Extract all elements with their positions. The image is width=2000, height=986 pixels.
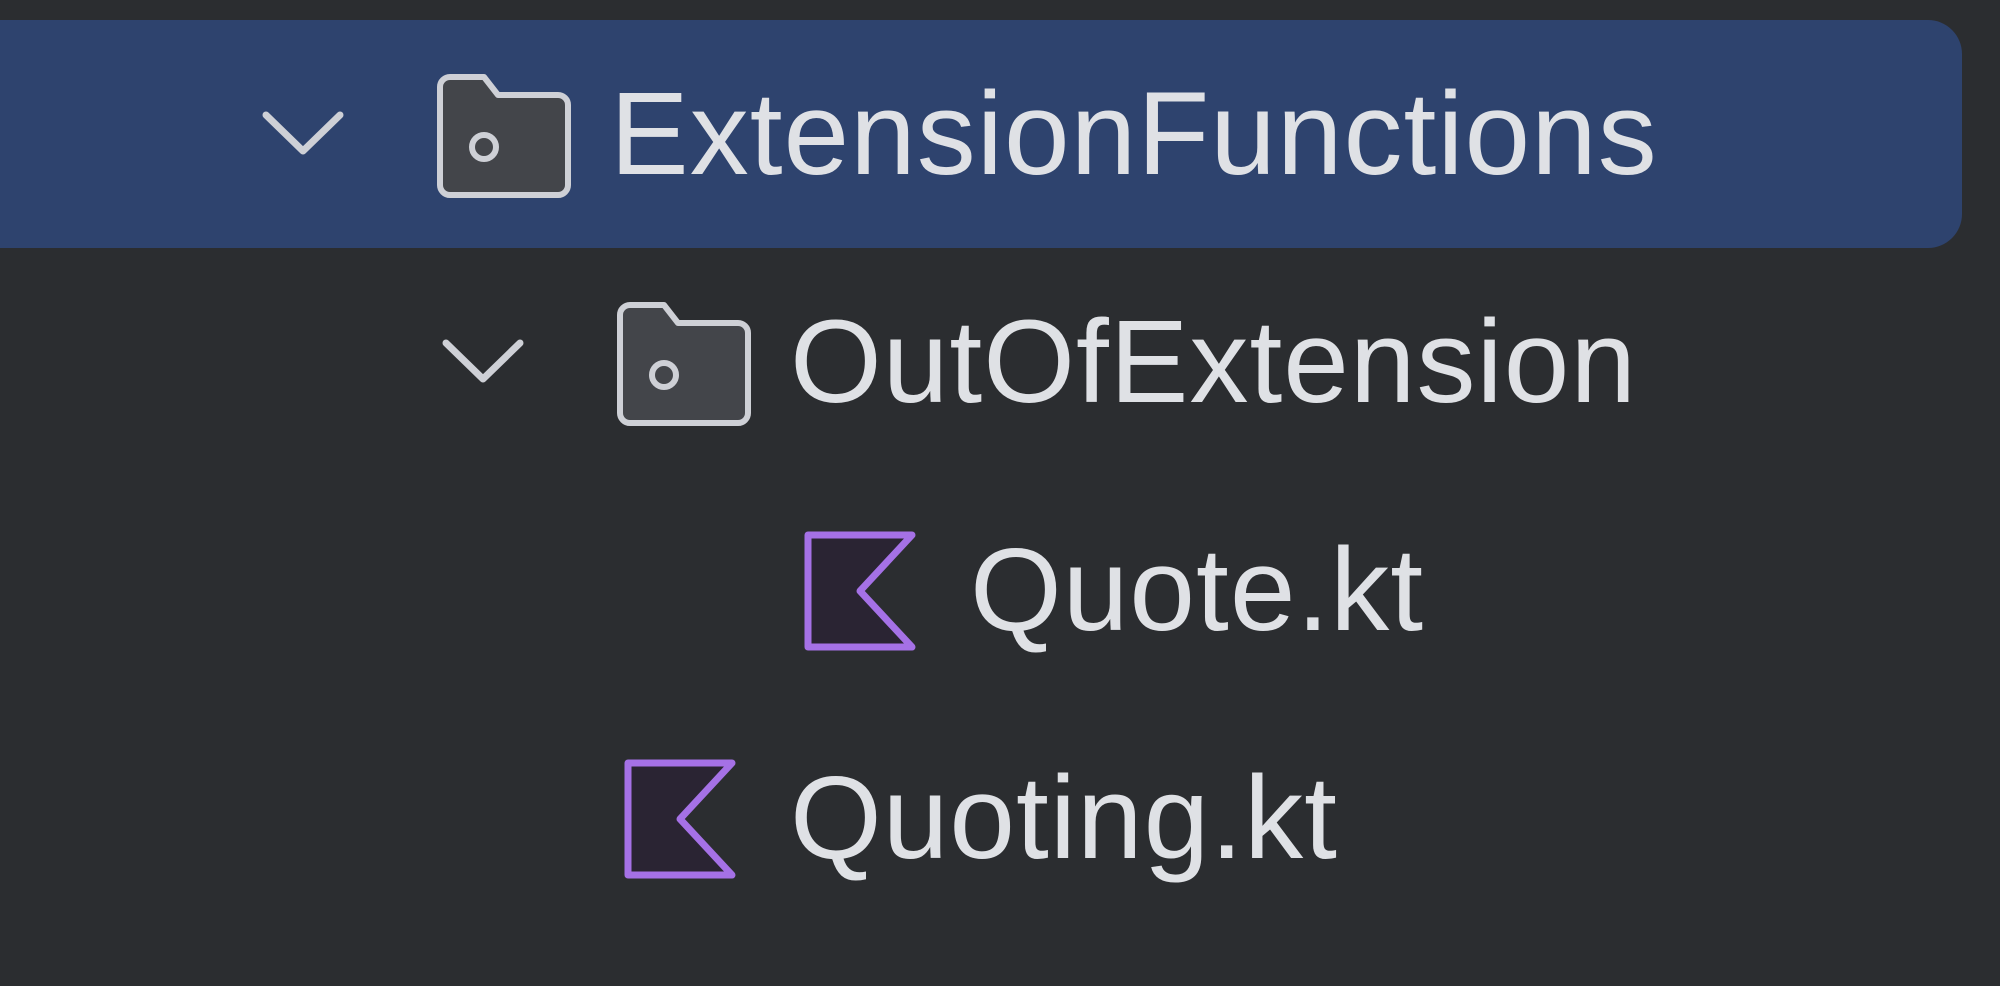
kotlin-file-icon: [798, 529, 938, 655]
tree-item-label: ExtensionFunctions: [610, 68, 1658, 200]
tree-item-label: OutOfExtension: [790, 296, 1637, 428]
tree-item-label: Quoting.kt: [790, 752, 1338, 884]
tree-item-label: Quote.kt: [970, 524, 1425, 656]
tree-item-quote-kt[interactable]: Quote.kt: [0, 476, 1962, 704]
tree-item-extensionfunctions[interactable]: ExtensionFunctions: [0, 20, 1962, 248]
folder-icon: [616, 301, 756, 427]
tree-item-quoting-kt[interactable]: Quoting.kt: [0, 704, 1962, 932]
project-tree: ExtensionFunctions OutOfExtension Quote.…: [0, 0, 2000, 986]
kotlin-file-icon: [618, 757, 758, 883]
tree-item-outofextension[interactable]: OutOfExtension: [0, 248, 1962, 476]
folder-icon: [436, 73, 576, 199]
chevron-down-icon[interactable]: [438, 317, 528, 407]
chevron-down-icon[interactable]: [258, 89, 348, 179]
